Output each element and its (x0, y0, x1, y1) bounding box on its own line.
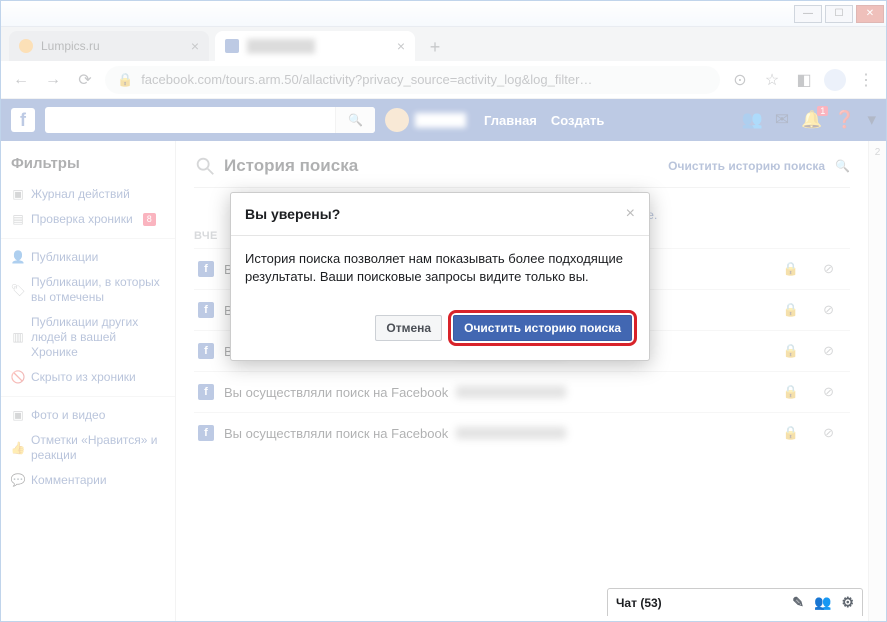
compose-icon[interactable]: ✎ (792, 594, 804, 611)
chat-dock[interactable]: Чат (53) ✎ 👥 ⚙ (607, 588, 863, 616)
group-icon[interactable]: 👥 (814, 594, 831, 611)
close-icon[interactable]: × (626, 205, 635, 223)
dialog-body: История поиска позволяет нам показывать … (231, 236, 649, 300)
confirm-clear-button[interactable]: Очистить историю поиска (453, 315, 632, 341)
cancel-button[interactable]: Отмена (375, 315, 442, 341)
highlight-callout: Очистить историю поиска (448, 310, 637, 346)
dialog-title: Вы уверены? (245, 206, 340, 222)
chat-label: Чат (53) (616, 596, 662, 610)
confirm-dialog: Вы уверены? × История поиска позволяет н… (230, 192, 650, 361)
gear-icon[interactable]: ⚙ (841, 594, 854, 611)
